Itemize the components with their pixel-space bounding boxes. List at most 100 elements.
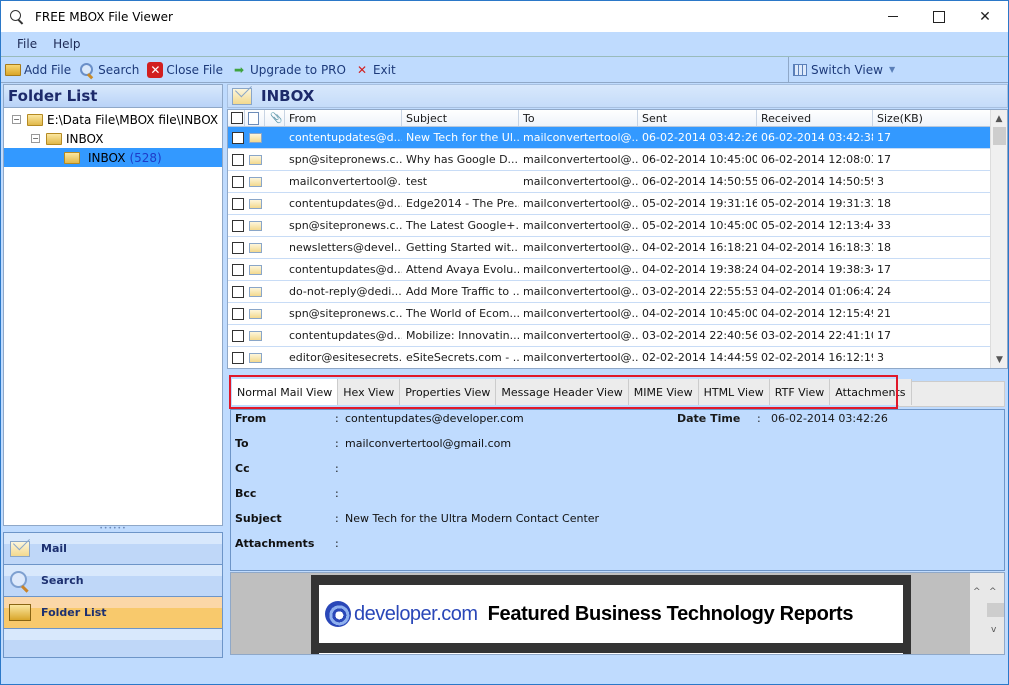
mail-rows: contentupdates@d... New Tech for the Ul..… [228, 127, 1007, 368]
mail-row[interactable]: do-not-reply@dedi... Add More Traffic to … [228, 281, 1007, 303]
collapse-icon[interactable]: − [12, 115, 21, 124]
row-attachment [265, 127, 285, 148]
mail-row[interactable]: spn@sitepronews.c... The Latest Google+..… [228, 215, 1007, 237]
column-to[interactable]: To [519, 110, 638, 126]
scroll-up-icon[interactable]: ^ [989, 587, 997, 597]
tree-node-root[interactable]: − E:\Data File\MBOX file\INBOX [4, 110, 222, 129]
attachments-label: Attachments [235, 537, 315, 550]
row-size: 17 [877, 153, 891, 166]
mail-row[interactable]: mailconvertertool@... test mailconverterto… [228, 171, 1007, 193]
mail-list-scrollbar[interactable]: ▲ ▼ [990, 110, 1007, 368]
row-checkbox[interactable] [228, 325, 245, 346]
body-scrollbar[interactable]: ^ ^ v [970, 573, 1004, 654]
banner-title: Featured Business Technology Reports [487, 602, 854, 625]
scroll-up-icon[interactable]: ▲ [991, 110, 1007, 127]
row-sent: 05-02-2014 10:45:00 [642, 219, 757, 232]
row-from: contentupdates@d... [289, 131, 402, 144]
row-type [245, 171, 265, 192]
tree-node-inbox[interactable]: INBOX (528) [4, 148, 222, 167]
exit-label: Exit [372, 62, 396, 77]
menu-help[interactable]: Help [45, 37, 88, 51]
row-checkbox[interactable] [228, 149, 245, 170]
row-checkbox[interactable] [228, 193, 245, 214]
folder-icon [64, 151, 80, 164]
folder-tree: − E:\Data File\MBOX file\INBOX − INBOX I… [3, 108, 223, 526]
row-attachment [265, 149, 285, 170]
scroll-down-icon[interactable]: ▼ [991, 351, 1007, 368]
mail-row[interactable]: spn@sitepronews.c... The World of Ecom...… [228, 303, 1007, 325]
datetime-label: Date Time [677, 412, 741, 425]
column-size[interactable]: Size(KB) [873, 110, 991, 126]
scroll-down-icon[interactable]: v [991, 625, 996, 635]
nav-mail-button[interactable]: Mail [4, 533, 222, 565]
upgrade-button[interactable]: ➡ Upgrade to PRO [231, 62, 346, 78]
message-body-view[interactable]: developer.com Featured Business Technolo… [230, 572, 1005, 655]
select-all-checkbox[interactable] [228, 110, 245, 126]
tabs-filler [898, 381, 1005, 407]
row-attachment [265, 259, 285, 280]
mail-row[interactable]: contentupdates@d... Edge2014 - The Pre...… [228, 193, 1007, 215]
switch-view-label: Switch View [811, 62, 883, 77]
row-attachment [265, 303, 285, 324]
row-checkbox[interactable] [228, 127, 245, 148]
envelope-icon [249, 154, 262, 165]
row-type [245, 281, 265, 302]
row-checkbox[interactable] [228, 347, 245, 368]
scroll-thumb[interactable] [987, 603, 1004, 617]
row-checkbox[interactable] [228, 281, 245, 302]
email-banner[interactable]: developer.com Featured Business Technolo… [319, 585, 903, 643]
row-to: mailconvertertool@... [523, 307, 638, 320]
row-checkbox[interactable] [228, 303, 245, 324]
mail-envelope-icon [10, 540, 30, 557]
row-size: 18 [877, 197, 891, 210]
column-attachment[interactable]: 📎 [265, 110, 285, 126]
row-checkbox[interactable] [228, 171, 245, 192]
row-subject: test [406, 175, 428, 188]
add-file-button[interactable]: Add File [5, 63, 71, 77]
scroll-thumb[interactable] [993, 127, 1006, 145]
minimize-button[interactable] [870, 1, 916, 32]
logo-text: developer.com [354, 602, 478, 625]
row-from: contentupdates@d... [289, 263, 402, 276]
mail-row[interactable]: contentupdates@d... Mobilize: Innovatin..… [228, 325, 1007, 347]
column-sent[interactable]: Sent [638, 110, 757, 126]
mail-row[interactable]: newsletters@devel... Getting Started wit.… [228, 237, 1007, 259]
exit-button[interactable]: ✕ Exit [354, 62, 396, 78]
column-received[interactable]: Received [757, 110, 873, 126]
row-sent: 06-02-2014 14:50:55 [642, 175, 757, 188]
to-label: To [235, 437, 249, 450]
mail-row[interactable]: editor@esitesecrets... eSiteSecrets.com -… [228, 347, 1007, 368]
mail-row[interactable]: contentupdates@d... New Tech for the Ul..… [228, 127, 1007, 149]
from-value: contentupdates@developer.com [345, 412, 524, 425]
grid-view-icon [793, 63, 807, 76]
mail-row[interactable]: contentupdates@d... Attend Avaya Evolu...… [228, 259, 1007, 281]
maximize-button[interactable] [916, 1, 962, 32]
row-checkbox[interactable] [228, 237, 245, 258]
column-from[interactable]: From [285, 110, 402, 126]
row-subject: Mobilize: Innovatin... [406, 329, 519, 342]
nav-folder-list-button[interactable]: Folder List [4, 597, 222, 629]
row-checkbox[interactable] [228, 259, 245, 280]
row-from: mailconvertertool@... [289, 175, 402, 188]
switch-view-button[interactable]: Switch View ▼ [788, 57, 1008, 82]
row-checkbox[interactable] [228, 215, 245, 236]
menu-file[interactable]: File [9, 37, 45, 51]
scroll-up-icon[interactable]: ^ [973, 587, 981, 597]
collapse-icon[interactable]: − [31, 134, 40, 143]
menu-bar: File Help [1, 32, 1008, 56]
close-file-button[interactable]: ✕ Close File [147, 61, 223, 78]
exit-x-icon: ✕ [356, 62, 367, 77]
nav-search-button[interactable]: Search [4, 565, 222, 597]
row-sent: 04-02-2014 10:45:00 [642, 307, 757, 320]
envelope-icon [249, 308, 262, 319]
row-sent: 03-02-2014 22:55:53 [642, 285, 757, 298]
nav-mail-label: Mail [41, 542, 67, 555]
row-received: 04-02-2014 19:38:34 [761, 263, 873, 276]
column-subject[interactable]: Subject [402, 110, 519, 126]
column-type[interactable] [245, 110, 265, 126]
tree-node-inbox-parent[interactable]: − INBOX [4, 129, 222, 148]
search-button[interactable]: Search [79, 62, 139, 78]
mail-row[interactable]: spn@sitepronews.c... Why has Google D... m… [228, 149, 1007, 171]
row-attachment [265, 281, 285, 302]
close-window-button[interactable]: ✕ [962, 1, 1008, 32]
